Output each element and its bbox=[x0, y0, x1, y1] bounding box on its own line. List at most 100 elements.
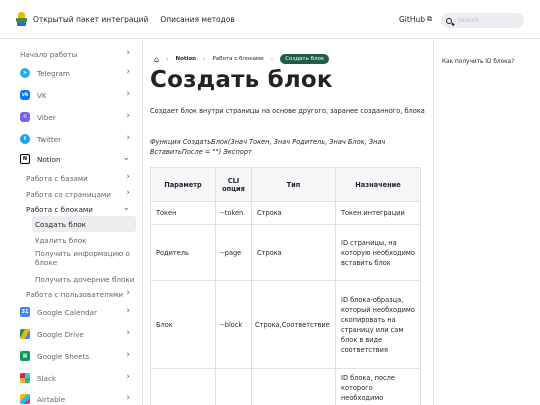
chevron-right-icon: › bbox=[126, 328, 130, 338]
telegram-icon: ➤ bbox=[20, 68, 30, 78]
table-cell bbox=[251, 368, 336, 405]
sidebar-item-delete-block[interactable]: Удалить блок bbox=[32, 232, 136, 248]
table-cell: Строка bbox=[251, 224, 336, 281]
sidebar-item-getting-started[interactable]: Начало работы › bbox=[20, 46, 136, 62]
function-signature: Функция СоздатьБлок(Знач Токен, Знач Род… bbox=[150, 138, 386, 156]
sidebar-item-vk[interactable]: vk VK › bbox=[20, 87, 136, 103]
table-cell: ID блока, после которого необходимо bbox=[335, 368, 421, 405]
chevron-right-icon: › bbox=[126, 111, 130, 121]
table-cell: Родитель bbox=[150, 224, 216, 281]
sidebar-item-label: Twitter bbox=[37, 134, 62, 144]
search-placeholder: Search bbox=[458, 17, 479, 24]
sidebar-item-label: Создать блок bbox=[35, 219, 87, 229]
chevron-right-icon: › bbox=[166, 55, 169, 63]
table-row: ID блока, после которого необходимо bbox=[150, 368, 421, 405]
slack-icon bbox=[20, 373, 30, 383]
sidebar-item-label: Начало работы bbox=[20, 49, 78, 59]
top-navbar: Открытый пакет интеграций Описания метод… bbox=[0, 0, 540, 39]
sidebar-item-label: Google Calendar bbox=[37, 307, 97, 317]
logo-icon[interactable] bbox=[16, 12, 27, 26]
sidebar-item-label: Получить дочерние блоки bbox=[35, 274, 135, 284]
table-cell bbox=[215, 368, 252, 405]
sidebar-item-label: Notion bbox=[37, 154, 61, 164]
brand-title[interactable]: Открытый пакет интеграций bbox=[33, 15, 148, 24]
breadcrumb-current: Создать блок bbox=[280, 54, 330, 64]
chevron-right-icon: › bbox=[126, 89, 130, 99]
table-cell: Строка bbox=[251, 201, 336, 225]
sidebar-item-get-child-blocks[interactable]: Получить дочерние блоки bbox=[32, 271, 136, 287]
table-cell: --page bbox=[215, 224, 252, 281]
table-of-contents: Как получить ID блока? bbox=[433, 40, 540, 405]
chevron-right-icon: › bbox=[126, 188, 130, 198]
sidebar-item-label: Google Drive bbox=[37, 329, 84, 339]
google-sheets-icon: ▦ bbox=[20, 351, 30, 361]
sidebar-item-slack[interactable]: Slack › bbox=[20, 370, 136, 386]
page-description: Создает блок внутри страницы на основе д… bbox=[150, 107, 425, 115]
sidebar-item-google-drive[interactable]: Google Drive › bbox=[20, 326, 136, 342]
home-icon[interactable]: ⌂ bbox=[154, 55, 159, 64]
sidebar-item-blocks[interactable]: Работа с блоками ⌄ bbox=[26, 201, 136, 217]
chevron-right-icon: › bbox=[203, 55, 206, 63]
breadcrumb: ⌂ › Notion › Работа с блоками › Создать … bbox=[154, 52, 330, 66]
sidebar-item-label: Работа с пользователями bbox=[26, 289, 124, 299]
table-cell: Строка,Соответствие bbox=[251, 280, 336, 369]
breadcrumb-blocks[interactable]: Работа с блоками bbox=[212, 56, 263, 62]
methods-link[interactable]: Описания методов bbox=[160, 15, 235, 24]
table-header: Назначение bbox=[335, 167, 421, 202]
chevron-right-icon: › bbox=[270, 55, 274, 63]
github-link[interactable]: GitHub ⧉ bbox=[399, 15, 432, 24]
table-header: Параметр bbox=[150, 167, 216, 202]
table-row: Блок --block Строка,Соответствие ID блок… bbox=[150, 280, 421, 369]
sidebar-item-google-sheets[interactable]: ▦ Google Sheets › bbox=[20, 348, 136, 364]
sidebar-item-airtable[interactable]: Airtable › bbox=[20, 391, 136, 405]
table-cell: ID блока-образца, который необходимо ско… bbox=[335, 280, 421, 369]
sidebar-item-label: Slack bbox=[37, 373, 57, 383]
chevron-down-icon: ⌄ bbox=[122, 153, 130, 163]
table-cell bbox=[150, 368, 216, 405]
breadcrumb-notion[interactable]: Notion bbox=[175, 56, 196, 62]
sidebar-item-databases[interactable]: Работа с базами › bbox=[26, 170, 136, 186]
sidebar-item-google-calendar[interactable]: 31 Google Calendar › bbox=[20, 304, 136, 320]
table-row: Родитель --page Строка ID страницы, на к… bbox=[150, 224, 421, 281]
sidebar-item-label: Telegram bbox=[37, 68, 70, 78]
github-label: GitHub bbox=[399, 15, 425, 24]
sidebar-item-pages[interactable]: Работа со страницами › bbox=[26, 186, 136, 202]
chevron-right-icon: › bbox=[126, 393, 130, 403]
sidebar-item-label: Работа с базами bbox=[26, 173, 88, 183]
sidebar-item-get-block-info[interactable]: Получить информацию о блоке bbox=[32, 249, 136, 269]
table-header-row: Параметр CLI опция Тип Назначение bbox=[150, 167, 421, 202]
sidebar-item-label: Удалить блок bbox=[35, 235, 87, 245]
toc-link-get-block-id[interactable]: Как получить ID блока? bbox=[442, 59, 514, 65]
notion-icon: N bbox=[20, 154, 30, 164]
search-box[interactable]: Search bbox=[441, 13, 524, 28]
search-icon bbox=[446, 17, 452, 24]
table-cell: Токен интеграции bbox=[335, 201, 421, 225]
table-header: CLI опция bbox=[215, 167, 252, 202]
sidebar-item-notion[interactable]: N Notion ⌄ bbox=[20, 151, 136, 167]
parameters-table: Параметр CLI опция Тип Назначение Токен … bbox=[150, 167, 421, 405]
sidebar-item-label: VK bbox=[37, 90, 47, 100]
sidebar-item-create-block[interactable]: Создать блок bbox=[32, 216, 136, 232]
sidebar-item-telegram[interactable]: ➤ Telegram › bbox=[20, 65, 136, 81]
vk-icon: vk bbox=[20, 90, 30, 100]
sidebar: Начало работы › ➤ Telegram › vk VK › ✆ V… bbox=[0, 40, 143, 405]
chevron-right-icon: › bbox=[126, 372, 130, 382]
chevron-right-icon: › bbox=[126, 288, 130, 298]
table-header: Тип bbox=[251, 167, 336, 202]
table-cell: ID страницы, на которую необходимо встав… bbox=[335, 224, 421, 281]
sidebar-item-twitter[interactable]: t Twitter › bbox=[20, 131, 136, 147]
sidebar-item-viber[interactable]: ✆ Viber › bbox=[20, 109, 136, 125]
sidebar-item-label: Получить информацию о блоке bbox=[35, 249, 130, 267]
airtable-icon bbox=[20, 394, 30, 404]
chevron-right-icon: › bbox=[126, 133, 130, 143]
chevron-right-icon: › bbox=[126, 306, 130, 316]
sidebar-item-label: Viber bbox=[37, 112, 56, 122]
chevron-right-icon: › bbox=[126, 172, 130, 182]
chevron-down-icon: ⌄ bbox=[122, 203, 130, 213]
viber-icon: ✆ bbox=[20, 112, 30, 122]
sidebar-item-users[interactable]: Работа с пользователями › bbox=[26, 286, 136, 302]
sidebar-item-label: Google Sheets bbox=[37, 351, 90, 361]
table-cell: --token bbox=[215, 201, 252, 225]
table-cell: Токен bbox=[150, 201, 216, 225]
twitter-icon: t bbox=[20, 134, 30, 144]
